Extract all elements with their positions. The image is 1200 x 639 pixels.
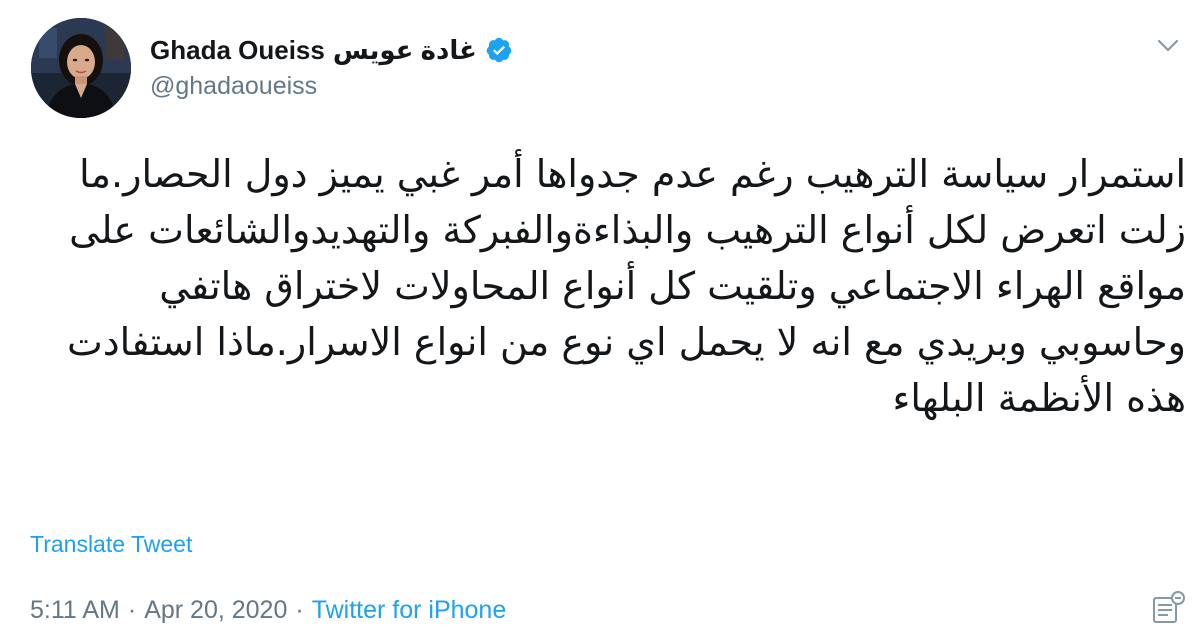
avatar[interactable] [31, 18, 131, 118]
tweet-source-link[interactable]: Twitter for iPhone [312, 596, 507, 625]
profile-photo-icon [31, 18, 131, 118]
author-name-row[interactable]: Ghada Oueiss غادة عويس [150, 30, 513, 70]
tweet-metadata: 5:11 AM · Apr 20, 2020 · Twitter for iPh… [30, 592, 506, 628]
author-display-name[interactable]: Ghada Oueiss [150, 35, 325, 66]
meta-separator: · [127, 595, 137, 624]
tweet-date[interactable]: Apr 20, 2020 [144, 596, 287, 625]
chevron-down-icon[interactable] [1152, 30, 1184, 62]
tweet-text: استمرار سياسة الترهيب رغم عدم جدواها أمر… [66, 152, 1186, 420]
tweet-card: Ghada Oueiss غادة عويس @ghadaoueiss استم… [0, 0, 1200, 639]
analytics-icon[interactable] [1148, 588, 1188, 628]
tweet-time[interactable]: 5:11 AM [30, 596, 120, 625]
verified-badge-icon [485, 36, 513, 64]
meta-separator: · [295, 595, 304, 624]
author-display-name-arabic[interactable]: غادة عويس [333, 35, 477, 66]
author-handle[interactable]: @ghadaoueiss [150, 72, 317, 101]
translate-tweet-link[interactable]: Translate Tweet [30, 531, 192, 558]
